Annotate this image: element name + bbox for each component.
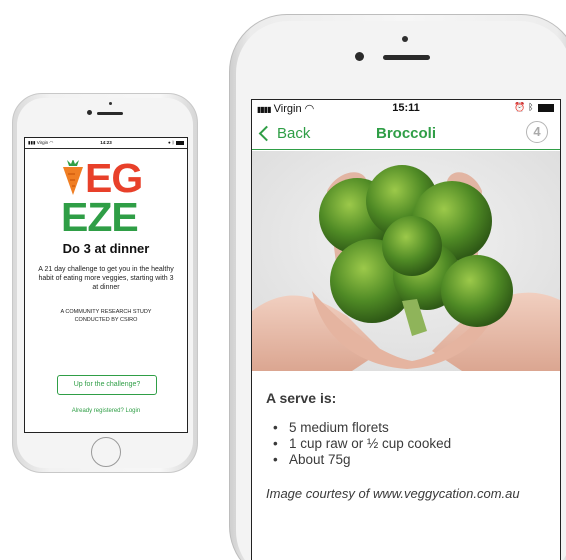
status-right-icons: ● ᛒ <box>168 140 184 145</box>
large-phone: ▮▮▮▮ Virgin ◠ 15:11 ⏰ ᛒ Back Broccoli 4 <box>229 14 566 560</box>
status-time: 14:23 <box>100 140 112 145</box>
tagline: Do 3 at dinner <box>62 241 150 256</box>
home-button[interactable] <box>91 437 121 467</box>
image-credit: Image courtesy of www.veggycation.com.au <box>266 486 520 501</box>
small-phone-speaker <box>97 112 123 115</box>
small-phone: ▮▮▮ Virgin ◠ 14:23 ● ᛒ EG EZE Do 3 at di… <box>12 93 198 473</box>
battery-icon <box>538 103 554 112</box>
count-badge[interactable]: 4 <box>526 121 548 143</box>
serve-info: A serve is: 5 medium florets 1 cup raw o… <box>266 390 556 501</box>
status-right-icons: ⏰ ᛒ <box>514 102 554 113</box>
large-phone-camera <box>355 52 364 61</box>
login-link[interactable]: Already registered? Login <box>25 408 187 414</box>
serve-heading: A serve is: <box>266 390 337 406</box>
study-line-2: CONDUCTED BY CSIRO <box>74 316 138 323</box>
small-phone-sensor <box>109 102 112 105</box>
study-line-1: A COMMUNITY RESEARCH STUDY <box>60 309 152 315</box>
list-item: 1 cup raw or ½ cup cooked <box>266 436 556 452</box>
broccoli-photo <box>252 151 560 371</box>
broccoli-screen: ▮▮▮▮ Virgin ◠ 15:11 ⏰ ᛒ Back Broccoli 4 <box>251 99 561 560</box>
logo-row-1: EG <box>61 155 157 201</box>
study-credit: A COMMUNITY RESEARCH STUDY CONDUCTED BY … <box>35 309 177 324</box>
status-bar: ▮▮▮ Virgin ◠ 14:23 ● ᛒ <box>25 138 187 147</box>
bluetooth-icon: ᛒ <box>172 140 175 145</box>
up-for-challenge-button[interactable]: Up for the challenge? <box>57 375 157 395</box>
large-phone-sensor <box>402 36 408 42</box>
serve-list: 5 medium florets 1 cup raw or ½ cup cook… <box>266 420 556 468</box>
alarm-icon: ⏰ <box>514 102 526 112</box>
nav-bar: Back Broccoli 4 <box>252 116 560 150</box>
welcome-screen: ▮▮▮ Virgin ◠ 14:23 ● ᛒ EG EZE Do 3 at di… <box>24 137 188 433</box>
list-item: 5 medium florets <box>266 420 556 436</box>
small-phone-camera <box>87 110 92 115</box>
carrot-icon <box>61 159 85 196</box>
bluetooth-icon: ᛒ <box>528 102 534 112</box>
logo-row-2: EZE <box>61 194 157 240</box>
alarm-icon: ● <box>168 140 171 145</box>
challenge-description: A 21 day challenge to get you in the hea… <box>38 266 174 291</box>
vegeze-logo: EG EZE <box>61 155 157 240</box>
status-divider <box>25 148 187 149</box>
logo-eze: EZE <box>61 194 139 240</box>
status-bar: ▮▮▮▮ Virgin ◠ 15:11 ⏰ ᛒ <box>252 100 560 116</box>
battery-icon <box>176 140 184 145</box>
logo-eg: EG <box>85 155 143 201</box>
page-title: Broccoli <box>375 125 436 142</box>
large-phone-speaker <box>383 55 430 60</box>
list-item: About 75g <box>266 452 556 468</box>
